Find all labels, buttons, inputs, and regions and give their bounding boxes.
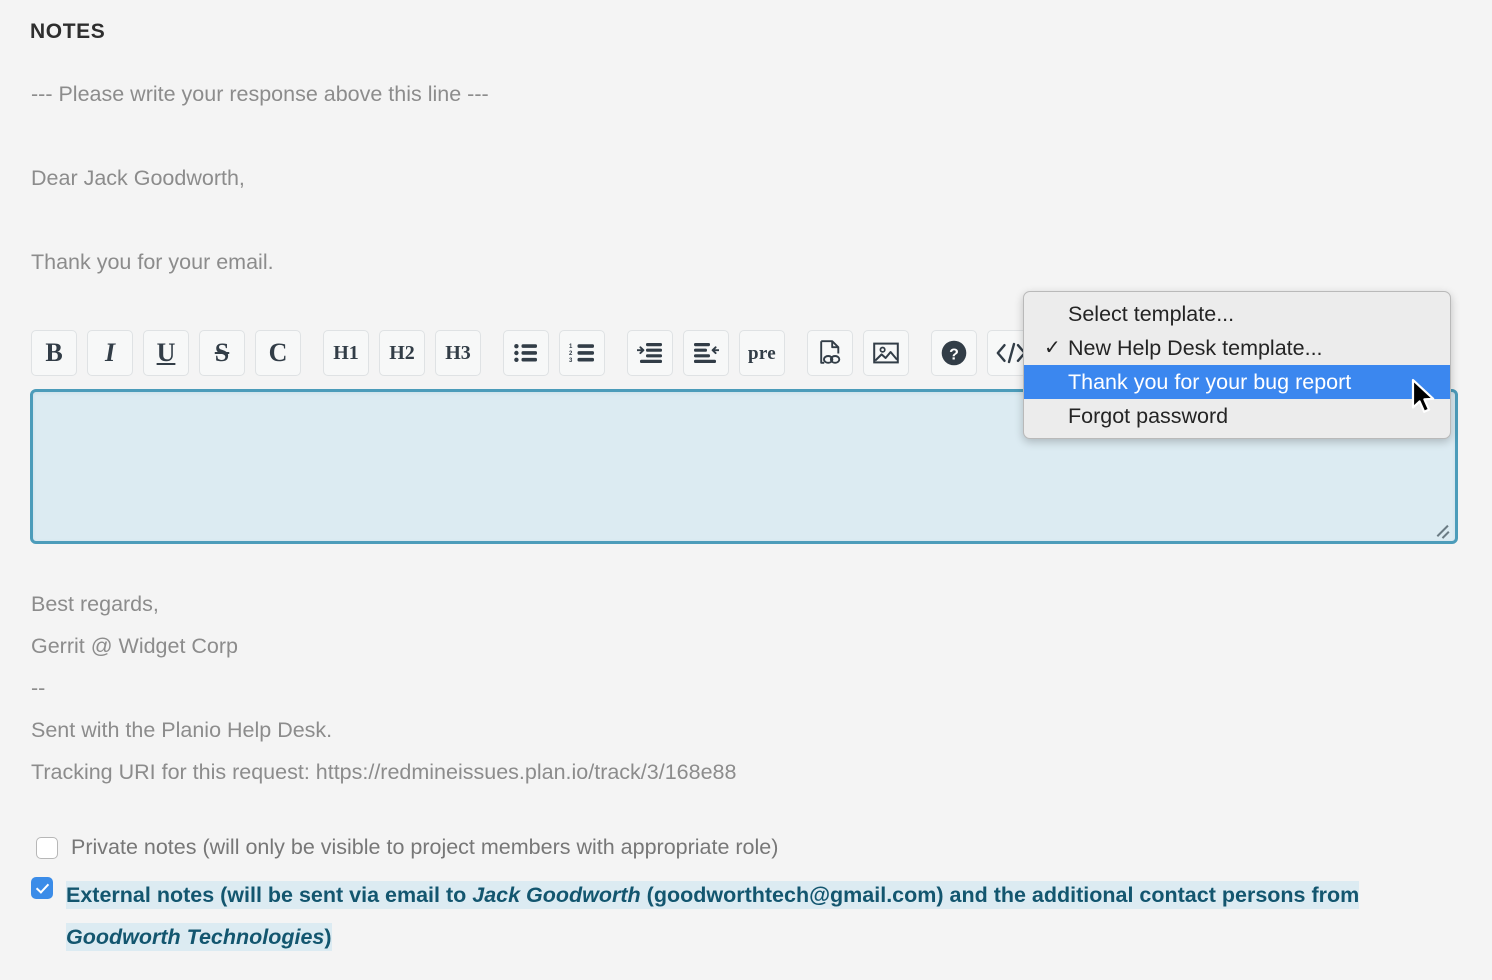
insert-image-button[interactable] bbox=[863, 330, 909, 376]
external-notes-checkbox[interactable] bbox=[31, 877, 53, 899]
h3-icon: H3 bbox=[445, 342, 471, 364]
toolbar-group-help: ? bbox=[931, 330, 1033, 376]
body-line-thanks: Thank you for your email. bbox=[31, 250, 274, 274]
outdent-icon bbox=[694, 343, 719, 363]
numbered-list-icon: 1 2 3 bbox=[569, 344, 594, 363]
private-notes-checkbox[interactable] bbox=[36, 837, 58, 859]
bold-button[interactable]: B bbox=[31, 330, 77, 376]
body-line-blank-2 bbox=[31, 210, 1231, 252]
underline-button[interactable]: U bbox=[143, 330, 189, 376]
message-body-text: --- Please write your response above thi… bbox=[31, 82, 1231, 294]
signature-text: Best regards, Gerrit @ Widget Corp -- Se… bbox=[31, 592, 1231, 804]
strikethrough-icon: S bbox=[214, 338, 230, 367]
inline-code-icon: C bbox=[268, 338, 288, 367]
toolbar-group-headings: H1 H2 H3 bbox=[323, 330, 481, 376]
svg-text:?: ? bbox=[949, 346, 959, 363]
body-line-separator: --- Please write your response above thi… bbox=[31, 82, 489, 106]
template-dropdown-menu[interactable]: Select template... ✓ New Help Desk templ… bbox=[1023, 291, 1451, 439]
external-notes-part-3: ) bbox=[324, 925, 332, 949]
toolbar-group-inline: B I U S C bbox=[31, 330, 301, 376]
underline-icon: U bbox=[156, 338, 176, 367]
svg-text:1: 1 bbox=[569, 344, 573, 350]
menu-item-thank-you-for-your-bug-report[interactable]: Thank you for your bug report bbox=[1024, 365, 1450, 399]
bullet-list-icon bbox=[514, 344, 537, 362]
body-line-blank-1 bbox=[31, 126, 1231, 168]
indent-icon bbox=[637, 343, 662, 363]
external-notes-part-1: External notes (will be sent via email t… bbox=[66, 883, 473, 907]
menu-item-forgot-password[interactable]: Forgot password bbox=[1024, 399, 1450, 433]
strikethrough-button[interactable]: S bbox=[199, 330, 245, 376]
help-button[interactable]: ? bbox=[931, 330, 977, 376]
inline-code-button[interactable]: C bbox=[255, 330, 301, 376]
body-line-salutation: Dear Jack Goodworth, bbox=[31, 166, 245, 190]
file-link-icon bbox=[820, 340, 841, 364]
menu-item-label: New Help Desk template... bbox=[1068, 335, 1323, 360]
page-title: NOTES bbox=[30, 20, 106, 43]
menu-item-new-help-desk-template[interactable]: ✓ New Help Desk template... bbox=[1024, 331, 1450, 365]
heading-1-button[interactable]: H1 bbox=[323, 330, 369, 376]
signature-line-regards: Best regards, bbox=[31, 592, 159, 616]
external-notes-recipient: Jack Goodworth bbox=[472, 883, 641, 907]
help-circle-icon: ? bbox=[941, 340, 967, 366]
external-notes-part-2: (goodworthtech@gmail.com) and the additi… bbox=[640, 883, 1360, 907]
italic-icon: I bbox=[104, 338, 116, 367]
signature-line-sent-with: Sent with the Planio Help Desk. bbox=[31, 718, 333, 742]
unordered-list-button[interactable] bbox=[503, 330, 549, 376]
attach-link-button[interactable] bbox=[807, 330, 853, 376]
indent-button[interactable] bbox=[627, 330, 673, 376]
italic-button[interactable]: I bbox=[87, 330, 133, 376]
external-notes-row[interactable]: External notes (will be sent via email t… bbox=[31, 874, 1431, 958]
code-brackets-icon bbox=[996, 342, 1024, 364]
toolbar-group-lists: 1 2 3 bbox=[503, 330, 605, 376]
preformatted-button[interactable]: pre bbox=[739, 330, 785, 376]
pre-icon: pre bbox=[748, 342, 776, 364]
bold-icon: B bbox=[45, 338, 63, 367]
signature-line-dashes: -- bbox=[31, 676, 46, 700]
external-notes-organization: Goodworth Technologies bbox=[66, 925, 325, 949]
menu-item-label: Thank you for your bug report bbox=[1068, 369, 1352, 394]
signature-line-name: Gerrit @ Widget Corp bbox=[31, 634, 239, 658]
h2-icon: H2 bbox=[389, 342, 415, 364]
svg-text:3: 3 bbox=[569, 358, 573, 363]
resize-handle-icon[interactable] bbox=[1434, 521, 1450, 539]
editor-toolbar: B I U S C H1 H2 H3 1 2 3 pre ? bbox=[31, 330, 1033, 376]
heading-2-button[interactable]: H2 bbox=[379, 330, 425, 376]
external-notes-label: External notes (will be sent via email t… bbox=[66, 874, 1426, 958]
menu-item-label: Select template... bbox=[1068, 301, 1235, 326]
ordered-list-button[interactable]: 1 2 3 bbox=[559, 330, 605, 376]
heading-3-button[interactable]: H3 bbox=[435, 330, 481, 376]
toolbar-group-media bbox=[807, 330, 909, 376]
private-notes-label: Private notes (will only be visible to p… bbox=[71, 835, 779, 859]
menu-item-select-template[interactable]: Select template... bbox=[1024, 297, 1450, 331]
menu-item-label: Forgot password bbox=[1068, 403, 1229, 428]
h1-icon: H1 bbox=[333, 342, 359, 364]
svg-text:2: 2 bbox=[569, 351, 573, 357]
outdent-button[interactable] bbox=[683, 330, 729, 376]
image-icon bbox=[873, 342, 899, 364]
signature-line-tracking-uri: Tracking URI for this request: https://r… bbox=[31, 760, 737, 784]
checkmark-icon: ✓ bbox=[1044, 337, 1061, 359]
private-notes-row[interactable]: Private notes (will only be visible to p… bbox=[36, 834, 778, 860]
notes-panel: NOTES --- Please write your response abo… bbox=[0, 0, 1492, 980]
toolbar-group-indent: pre bbox=[627, 330, 785, 376]
